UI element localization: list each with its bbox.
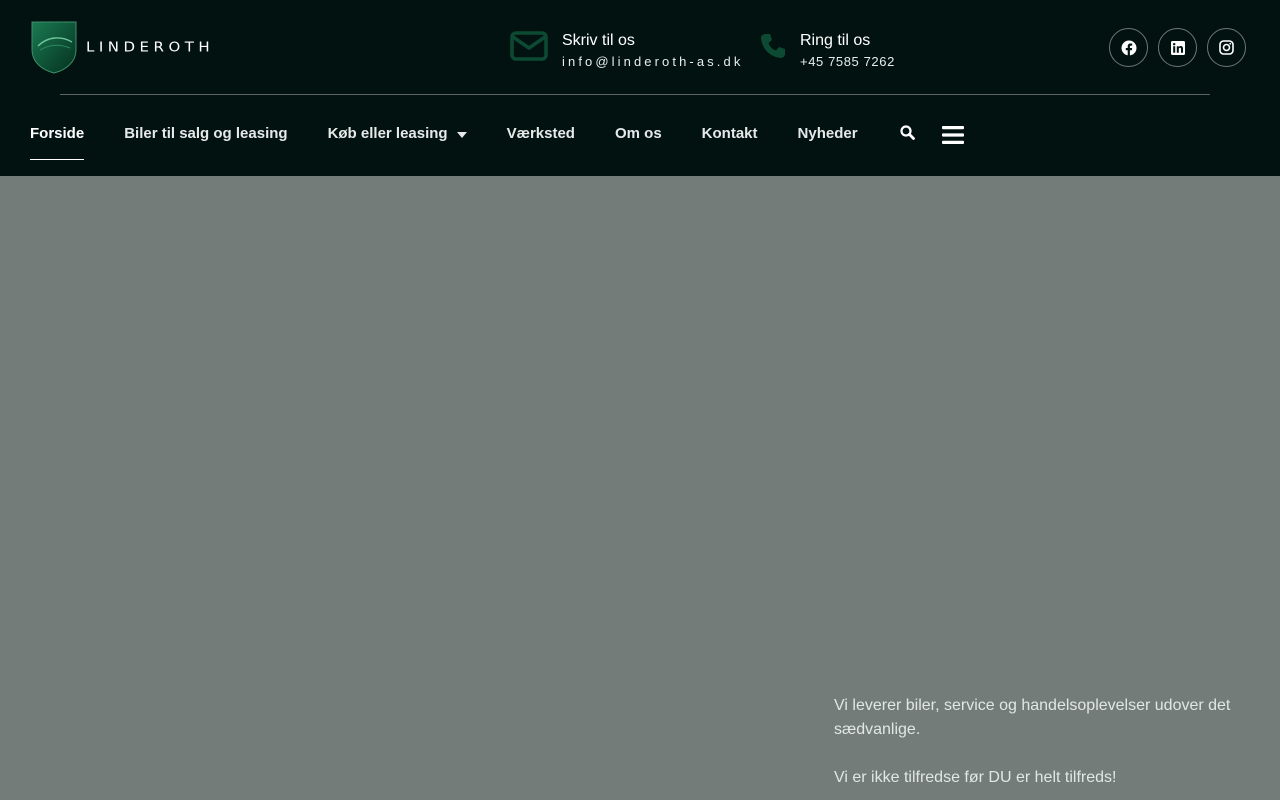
brand-name: LINDEROTH xyxy=(86,38,215,56)
hamburger-menu-button[interactable] xyxy=(942,125,964,150)
contact-email[interactable]: Skriv til os info@linderoth-as.dk xyxy=(510,30,743,72)
envelope-icon xyxy=(510,31,548,61)
linkedin-button[interactable] xyxy=(1158,28,1197,67)
main-nav: Forside Biler til salg og leasing Køb el… xyxy=(30,114,898,160)
contact-phone-value[interactable]: +45 7585 7262 xyxy=(800,52,895,72)
nav-item-kontakt[interactable]: Kontakt xyxy=(702,114,758,160)
hero-line-2: Vi er ikke tilfredse før DU er helt tilf… xyxy=(834,769,1117,786)
site-header: LINDEROTH Skriv til os info@linderoth-as… xyxy=(0,0,1280,176)
contact-phone-title: Ring til os xyxy=(800,32,871,49)
hero-text: Vi leverer biler, service og handelsople… xyxy=(834,694,1274,800)
nav-item-nyheder[interactable]: Nyheder xyxy=(798,114,858,160)
search-button[interactable] xyxy=(900,125,916,148)
nav-item-forside[interactable]: Forside xyxy=(30,114,85,160)
linkedin-icon xyxy=(1170,40,1185,55)
contact-phone[interactable]: Ring til os +45 7585 7262 xyxy=(760,30,895,72)
phone-icon xyxy=(761,34,785,58)
nav-item-om-os[interactable]: Om os xyxy=(615,114,662,160)
instagram-button[interactable] xyxy=(1207,28,1246,67)
hamburger-menu-icon xyxy=(942,126,964,144)
hero-line-1: Vi leverer biler, service og handelsople… xyxy=(834,697,1231,738)
shield-logo-icon xyxy=(31,21,77,74)
nav-item-biler-til-salg[interactable]: Biler til salg og leasing xyxy=(124,114,287,160)
search-icon xyxy=(900,125,915,140)
contact-email-title: Skriv til os xyxy=(562,32,635,49)
caret-down-icon xyxy=(456,132,467,138)
header-divider xyxy=(60,94,1210,95)
nav-item-vaerksted[interactable]: Værksted xyxy=(507,114,575,160)
contact-email-value[interactable]: info@linderoth-as.dk xyxy=(562,52,743,72)
instagram-icon xyxy=(1219,40,1234,55)
nav-item-koeb-eller-leasing[interactable]: Køb eller leasing xyxy=(328,114,467,160)
social-links xyxy=(1109,28,1246,67)
facebook-button[interactable] xyxy=(1109,28,1148,67)
facebook-icon xyxy=(1121,40,1136,56)
logo[interactable]: LINDEROTH xyxy=(30,19,235,75)
